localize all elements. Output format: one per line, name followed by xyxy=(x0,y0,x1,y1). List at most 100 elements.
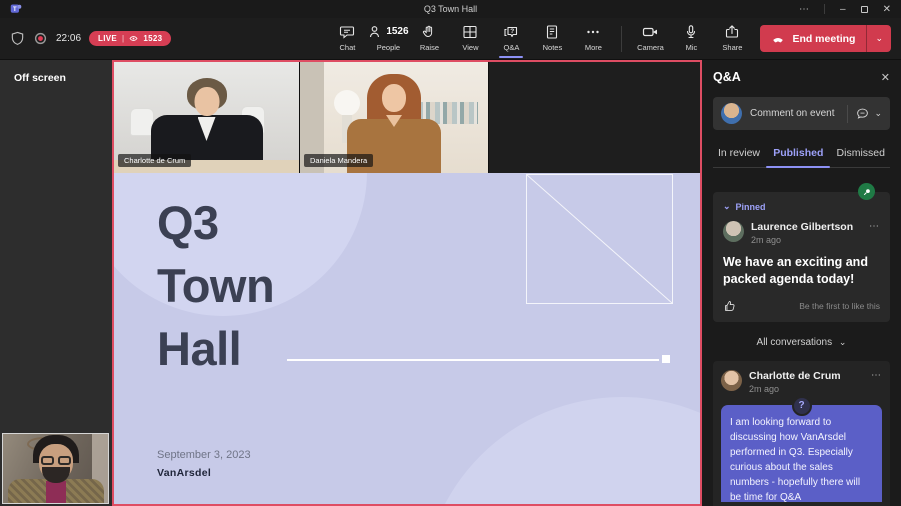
live-badge: LIVE | 1523 xyxy=(89,31,172,46)
avatar xyxy=(721,103,742,124)
end-meeting-button[interactable]: End meeting xyxy=(760,25,866,52)
hang-up-icon xyxy=(773,37,784,42)
shared-screen-stage: Charlotte de Crum Daniela Mandera Q3 Tow… xyxy=(112,60,702,506)
mic-button[interactable]: Mic xyxy=(672,20,710,58)
pinned-card: ⌄ Pinned Laurence Gilbertson 2m ago ⋯ We… xyxy=(713,192,890,322)
glasses-decoration xyxy=(40,456,71,465)
viewer-count: 1523 xyxy=(143,34,163,43)
toolbar-item-people[interactable]: 1526 People xyxy=(369,20,409,58)
camera-icon xyxy=(642,27,657,36)
slide-title: Q3 Town Hall xyxy=(157,196,275,375)
next-card-peek xyxy=(713,502,890,506)
camera-button[interactable]: Camera xyxy=(631,20,669,58)
svg-text:?: ? xyxy=(511,28,515,35)
video-name-tag: Daniela Mandera xyxy=(304,154,374,167)
toolbar-item-more[interactable]: More xyxy=(574,20,612,58)
maximize-button[interactable] xyxy=(860,5,868,13)
live-divider: | xyxy=(122,34,125,43)
view-grid-icon xyxy=(463,25,477,38)
chat-icon xyxy=(340,25,355,39)
slide-circle-decoration xyxy=(422,397,700,504)
slide-date: September 3, 2023 xyxy=(157,449,251,461)
tab-dismissed[interactable]: Dismissed xyxy=(835,142,887,167)
meeting-content: Off screen Charlotte de Crum Daniela Man… xyxy=(0,60,901,506)
window-title: Q3 Town Hall xyxy=(423,4,478,14)
chevron-down-icon: ⌄ xyxy=(875,33,883,43)
people-icon xyxy=(370,25,380,37)
author-name: Charlotte de Crum xyxy=(749,369,841,382)
avatar xyxy=(721,369,742,391)
more-icon xyxy=(587,30,600,33)
mic-icon xyxy=(687,24,696,38)
close-window-button[interactable]: ✕ xyxy=(883,4,891,15)
eye-icon xyxy=(129,36,138,41)
presentation-slide: Q3 Town Hall September 3, 2023 VanArsdel xyxy=(114,173,700,504)
conversation-filter-dropdown[interactable]: All conversations ⌄ xyxy=(713,337,890,348)
tab-published[interactable]: Published xyxy=(766,142,831,168)
toolbar-item-qa[interactable]: ? Q&A xyxy=(492,20,530,58)
meeting-toolbar: 22:06 LIVE | 1523 Chat 1526 People Raise… xyxy=(0,18,901,60)
slide-square-decoration xyxy=(526,174,673,304)
titlebar-more-button[interactable]: ⋯ xyxy=(799,4,809,15)
speaker-video-strip: Charlotte de Crum Daniela Mandera xyxy=(114,62,700,173)
recording-icon xyxy=(34,32,47,45)
author-name: Laurence Gilbertson xyxy=(751,221,854,233)
teams-meeting-window: T Q3 Town Hall ⋯ – ✕ 22:06 LIVE | 1523 C… xyxy=(0,0,901,506)
pinned-header[interactable]: ⌄ Pinned xyxy=(723,201,880,212)
pinned-message-text: We have an exciting and packed agenda to… xyxy=(723,255,868,286)
qa-panel-title: Q&A xyxy=(713,70,741,84)
people-count: 1526 xyxy=(386,26,409,37)
video-tile-charlotte[interactable]: Charlotte de Crum xyxy=(114,62,299,173)
end-meeting-split-button: End meeting ⌄ xyxy=(760,25,891,52)
chevron-down-icon: ⌄ xyxy=(838,336,847,347)
message-more-button[interactable]: ⋯ xyxy=(871,370,882,381)
conversation-card: Charlotte de Crum 2m ago ⋯ ? I am lookin… xyxy=(713,360,890,506)
question-badge-icon: ? xyxy=(791,395,812,416)
like-icon[interactable] xyxy=(723,299,737,313)
comment-placeholder: Comment on event xyxy=(750,108,835,119)
share-icon xyxy=(726,24,739,38)
titlebar-divider xyxy=(824,4,826,14)
message-more-button[interactable]: ⋯ xyxy=(869,221,880,232)
like-hint-text: Be the first to like this xyxy=(799,300,880,311)
meeting-timer: 22:06 xyxy=(56,33,82,44)
shield-icon[interactable] xyxy=(10,31,25,46)
pinned-badge xyxy=(858,183,875,200)
message-timestamp: 2m ago xyxy=(751,235,782,245)
pin-icon xyxy=(863,188,870,195)
comment-bubble-icon xyxy=(857,108,869,119)
self-video-tile[interactable] xyxy=(2,433,109,504)
off-screen-column: Off screen xyxy=(0,60,112,506)
off-screen-label: Off screen xyxy=(14,72,66,84)
video-strip-filler xyxy=(489,62,700,173)
qa-tabs: In review Published Dismissed xyxy=(713,142,890,168)
share-button[interactable]: Share xyxy=(713,20,751,58)
chevron-down-icon: ⌄ xyxy=(874,108,882,118)
comment-input[interactable]: Comment on event ⌄ xyxy=(713,97,890,130)
titlebar: T Q3 Town Hall ⋯ – ✕ xyxy=(0,0,901,18)
minimize-button[interactable]: – xyxy=(840,4,846,15)
toolbar-item-chat[interactable]: Chat xyxy=(328,20,366,58)
tab-in-review[interactable]: In review xyxy=(716,142,762,167)
toolbar-divider xyxy=(621,25,623,52)
message-timestamp: 2m ago xyxy=(749,383,780,394)
self-person-shirt xyxy=(45,481,66,503)
raise-hand-icon xyxy=(423,25,433,37)
slide-brand-logo: VanArsdel xyxy=(157,467,212,479)
question-message-text: I am looking forward to discussing how V… xyxy=(721,404,882,506)
qa-panel: Q&A ✕ Comment on event ⌄ In review Publi… xyxy=(702,60,901,506)
video-tile-daniela[interactable]: Daniela Mandera xyxy=(300,62,488,173)
charlotte-face xyxy=(194,87,219,116)
slide-dot-decoration xyxy=(662,355,670,363)
end-meeting-options-button[interactable]: ⌄ xyxy=(866,25,891,52)
live-label: LIVE xyxy=(98,34,118,43)
toolbar-item-raise[interactable]: Raise xyxy=(410,20,448,58)
comment-type-selector[interactable]: ⌄ xyxy=(847,104,882,123)
daniela-face xyxy=(382,84,406,112)
notes-icon xyxy=(547,24,558,39)
toolbar-item-view[interactable]: View xyxy=(451,20,489,58)
lamp-decoration xyxy=(334,90,360,116)
slide-line-decoration xyxy=(287,359,659,361)
close-panel-icon[interactable]: ✕ xyxy=(881,71,890,84)
toolbar-item-notes[interactable]: Notes xyxy=(533,20,571,58)
